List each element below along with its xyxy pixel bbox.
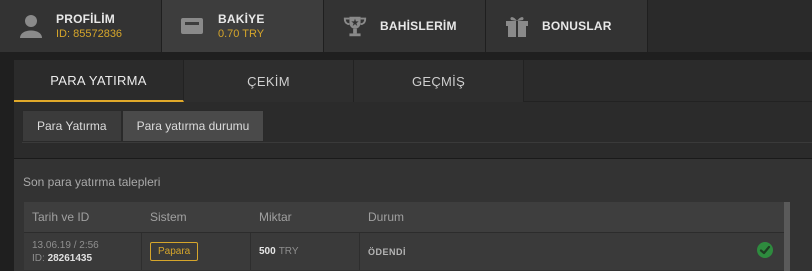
sub-tabs: Para Yatırma Para yatırma durumu [22,110,265,142]
deposit-currency: TRY [278,246,299,257]
nav-profile[interactable]: PROFİLİM ID: 85572836 [0,0,162,52]
nav-profile-title: PROFİLİM [56,12,115,26]
gift-icon [504,13,530,39]
tab-withdraw[interactable]: ÇEKİM [184,60,354,102]
header-system: Sistem [150,210,187,224]
recent-deposits-section: Son para yatırma talepleri Tarih ve ID S… [14,158,812,271]
nav-balance[interactable]: BAKİYE 0.70 TRY [162,0,324,52]
nav-bonus[interactable]: BONUSLAR [486,0,648,52]
table-header: Tarih ve ID Sistem Miktar Durum [24,202,784,232]
tab-deposit[interactable]: PARA YATIRMA [14,60,184,102]
balance-amount: 0.70 TRY [218,28,265,40]
table-scrollbar[interactable] [784,202,790,271]
payment-method-badge: Papara [150,242,199,261]
cell-amount: 500 TRY [251,233,360,270]
deposit-date: 13.06.19 / 2:56 [32,239,99,251]
deposit-id-label: ID: [32,252,45,264]
deposit-id: 28261435 [47,252,93,264]
cell-system: Papara [142,233,251,270]
nav-bets[interactable]: BAHİSLERİM [324,0,486,52]
subtab-deposit[interactable]: Para Yatırma [22,110,122,142]
user-icon [18,13,44,39]
deposit-amount: 500 [259,246,276,257]
status-badge: ÖDENDİ [368,246,407,257]
nav-balance-title: BAKİYE [218,12,265,26]
page: PROFİLİM ID: 85572836 BAKİYE 0.70 TRY BA… [0,0,812,271]
subtab-deposit-status[interactable]: Para yatırma durumu [121,110,265,142]
header-date-id: Tarih ve ID [32,210,90,224]
user-id: ID: 85572836 [56,28,123,40]
nav-bets-title: BAHİSLERİM [380,19,457,33]
cell-date-id: 13.06.19 / 2:56 ID: 28261435 [24,233,142,270]
nav-bonus-title: BONUSLAR [542,19,612,33]
header-amount: Miktar [259,210,292,224]
header-status: Durum [368,210,405,224]
deposits-table: Tarih ve ID Sistem Miktar Durum 13.06.19… [24,202,784,270]
wallet-icon [180,13,206,39]
trophy-icon [342,13,368,39]
nav-filler [648,0,812,52]
table-row[interactable]: 13.06.19 / 2:56 ID: 28261435 Papara 500 T… [24,232,784,270]
main-tabs: PARA YATIRMA ÇEKİM GEÇMİŞ [14,60,812,102]
top-nav: PROFİLİM ID: 85572836 BAKİYE 0.70 TRY BA… [0,0,812,52]
deposit-panel: PARA YATIRMA ÇEKİM GEÇMİŞ Para Yatırma P… [14,60,812,271]
check-circle-icon [756,241,774,264]
section-title: Son para yatırma talepleri [23,175,161,189]
cell-status: ÖDENDİ [360,233,784,270]
tab-history[interactable]: GEÇMİŞ [354,60,524,102]
